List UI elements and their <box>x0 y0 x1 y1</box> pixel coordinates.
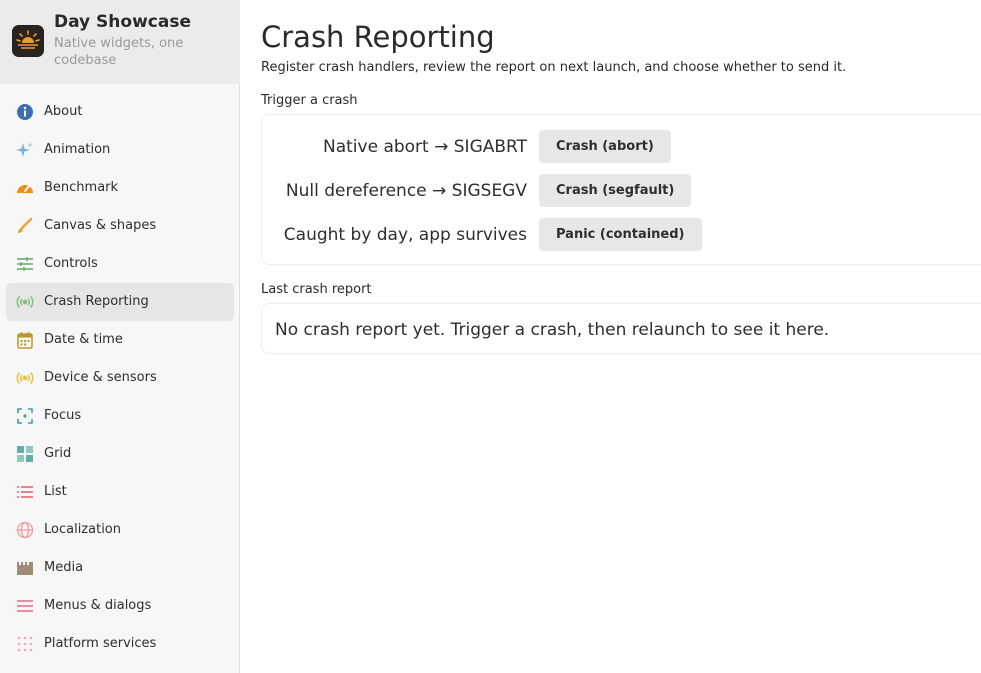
crash-row-abort: Native abort → SIGABRT Crash (abort) <box>262 130 981 164</box>
app-window: Day Showcase Native widgets, one codebas… <box>0 0 981 673</box>
sidebar-item-label: Grid <box>44 446 72 461</box>
sidebar-item-label: Device & sensors <box>44 370 157 385</box>
sidebar-item-label: Date & time <box>44 332 123 347</box>
broadcast-icon <box>16 293 34 311</box>
app-title: Day Showcase <box>54 12 191 32</box>
crash-row-label: Caught by day, app survives <box>283 225 527 245</box>
app-subtitle: Native widgets, one codebase <box>54 36 184 68</box>
menu-icon <box>16 597 34 615</box>
sidebar-item-grid[interactable]: Grid <box>6 435 234 473</box>
crash-segfault-button[interactable]: Crash (segfault) <box>539 174 692 207</box>
sidebar-item-label: Media <box>44 560 84 575</box>
sidebar-item-menus-dialogs[interactable]: Menus & dialogs <box>6 587 234 625</box>
sidebar-item-benchmark[interactable]: Benchmark <box>6 169 234 207</box>
trigger-crash-card: Native abort → SIGABRT Crash (abort) Nul… <box>261 114 981 265</box>
sliders-icon <box>16 255 34 273</box>
sidebar-item-label: Benchmark <box>44 180 119 195</box>
dots-grid-icon <box>16 635 34 653</box>
sidebar-item-device-sensors[interactable]: Device & sensors <box>6 359 234 397</box>
sidebar: Day Showcase Native widgets, one codebas… <box>0 0 240 673</box>
trigger-section-label: Trigger a crash <box>261 93 358 108</box>
sidebar-item-label: Focus <box>44 408 82 423</box>
main-content: Crash Reporting Register crash handlers,… <box>241 0 981 673</box>
sidebar-item-about[interactable]: About <box>6 93 234 131</box>
sidebar-item-list[interactable]: List <box>6 473 234 511</box>
sidebar-item-controls[interactable]: Controls <box>6 245 234 283</box>
sidebar-item-label: Controls <box>44 256 98 271</box>
page-title: Crash Reporting <box>261 20 495 54</box>
sidebar-item-platform-services[interactable]: Platform services <box>6 625 234 663</box>
sidebar-header: Day Showcase Native widgets, one codebas… <box>0 0 240 84</box>
crash-row-label: Native abort → SIGABRT <box>323 137 527 157</box>
list-icon <box>16 483 34 501</box>
sidebar-item-media[interactable]: Media <box>6 549 234 587</box>
info-icon <box>16 103 34 121</box>
sidebar-item-label: Menus & dialogs <box>44 598 152 613</box>
sparkle-icon <box>16 141 34 159</box>
crash-row-label: Null dereference → SIGSEGV <box>285 181 527 201</box>
sidebar-item-label: Animation <box>44 142 111 157</box>
sidebar-item-label: Localization <box>44 522 121 537</box>
app-logo-icon <box>12 25 44 57</box>
crash-report-text: No crash report yet. Trigger a crash, th… <box>275 320 830 340</box>
report-section-label: Last crash report <box>261 282 372 297</box>
sidebar-item-label: Crash Reporting <box>44 294 149 309</box>
sidebar-item-localization[interactable]: Localization <box>6 511 234 549</box>
sidebar-item-crash-reporting[interactable]: Crash Reporting <box>6 283 234 321</box>
sidebar-item-animation[interactable]: Animation <box>6 131 234 169</box>
sidebar-item-label: List <box>44 484 67 499</box>
brush-icon <box>16 217 34 235</box>
focus-icon <box>16 407 34 425</box>
calendar-icon <box>16 331 34 349</box>
speedometer-icon <box>16 179 34 197</box>
globe-icon <box>16 521 34 539</box>
sidebar-item-label: About <box>44 104 83 119</box>
sidebar-item-focus[interactable]: Focus <box>6 397 234 435</box>
sidebar-item-canvas-shapes[interactable]: Canvas & shapes <box>6 207 234 245</box>
page-description: Register crash handlers, review the repo… <box>261 60 847 75</box>
grid-icon <box>16 445 34 463</box>
panic-contained-button[interactable]: Panic (contained) <box>539 218 702 251</box>
crash-report-card: No crash report yet. Trigger a crash, th… <box>261 303 981 354</box>
sidebar-item-label: Platform services <box>44 636 157 651</box>
crash-row-segfault: Null dereference → SIGSEGV Crash (segfau… <box>262 174 981 208</box>
film-icon <box>16 559 34 577</box>
crash-row-panic: Caught by day, app survives Panic (conta… <box>262 218 981 252</box>
crash-abort-button[interactable]: Crash (abort) <box>539 130 671 163</box>
sensor-icon <box>16 369 34 387</box>
sidebar-nav: About Animation Benchmark Canvas & shape… <box>0 93 240 663</box>
sidebar-item-label: Canvas & shapes <box>44 218 157 233</box>
sidebar-item-date-time[interactable]: Date & time <box>6 321 234 359</box>
